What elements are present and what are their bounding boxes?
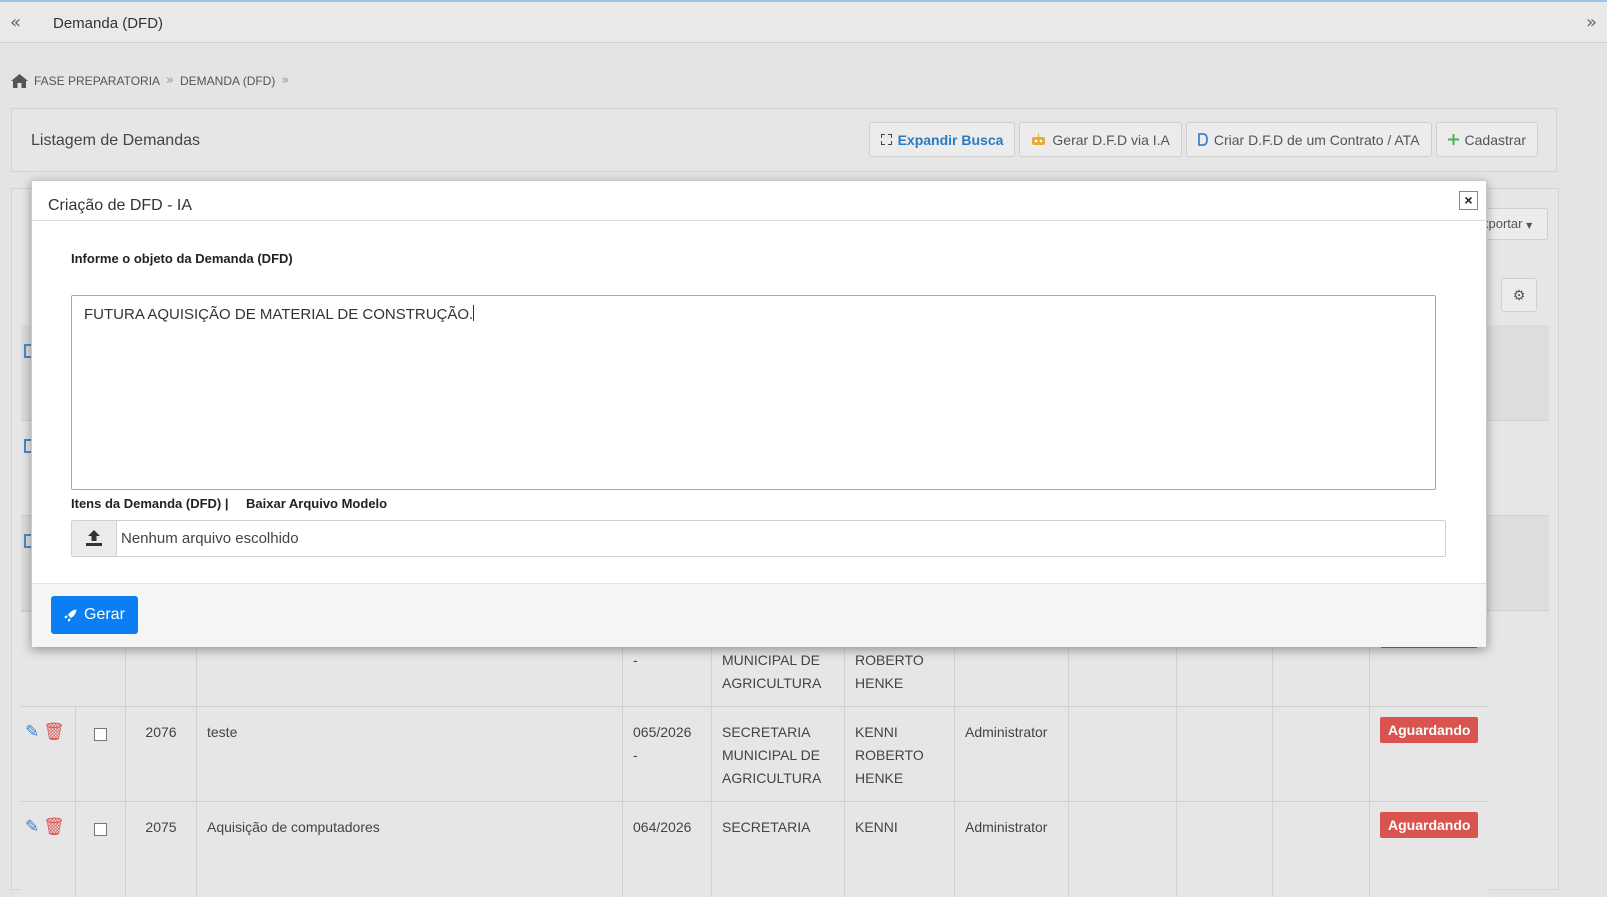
document-d-icon [1197, 133, 1208, 146]
home-icon[interactable] [11, 73, 28, 88]
row-responsavel-line: HENKE [855, 675, 904, 691]
upload-icon [86, 530, 102, 546]
criar-dfd-contrato-button[interactable]: Criar D.F.D de um Contrato / ATA [1185, 122, 1432, 157]
row-id: 2075 [126, 802, 197, 897]
row-responsavel-line: ROBERTO [855, 652, 924, 668]
chevron-right-icon: » [281, 73, 290, 88]
modal-footer: Gerar [32, 583, 1486, 647]
expandir-busca-button[interactable]: Expandir Busca [868, 122, 1016, 157]
row-id: 2076 [126, 707, 197, 802]
table-row: ✎ 🗑 2075 Aquisição de computadores 064/2… [21, 801, 1489, 897]
modal-header: Criação de DFD - IA × [32, 181, 1486, 221]
top-bar: « Demanda (DFD) » [0, 0, 1607, 43]
trash-icon[interactable]: 🗑 [43, 722, 65, 742]
chevron-right-icon: » [166, 73, 175, 88]
items-label: Itens da Demanda (DFD) | [71, 496, 229, 511]
text-caret [473, 305, 475, 321]
row-object: teste [197, 707, 623, 802]
trash-icon[interactable]: 🗑 [43, 817, 65, 837]
plus-icon [1447, 134, 1459, 145]
close-button[interactable]: × [1459, 191, 1478, 210]
breadcrumb-item-fase[interactable]: FASE PREPARATORIA [34, 74, 160, 88]
table-row: ✎ 🗑 2076 teste 065/2026 - SECRETARIA MUN… [21, 706, 1489, 802]
file-status: Nenhum arquivo escolhido [121, 530, 299, 547]
row-checkbox[interactable] [94, 728, 107, 741]
breadcrumb: FASE PREPARATORIA » DEMANDA (DFD) » [11, 73, 289, 88]
row-responsavel: KENNI [845, 802, 955, 897]
close-icon: × [1464, 192, 1473, 208]
status-badge: Aguardando [1380, 717, 1479, 743]
expand-icon [880, 134, 892, 145]
row-secretaria: SECRETARIA [712, 802, 845, 897]
row-responsavel: KENNI ROBERTO HENKE [845, 707, 955, 802]
edit-icon[interactable]: ✎ [25, 817, 39, 837]
gear-icon: ⚙ [1512, 288, 1526, 304]
dfd-ia-modal: Criação de DFD - IA × Informe o objeto d… [31, 180, 1487, 647]
edit-icon[interactable]: ✎ [25, 722, 39, 742]
gerar-button[interactable]: Gerar [51, 596, 138, 634]
row-number-suffix: - [633, 747, 638, 763]
rocket-icon [64, 609, 77, 621]
status-badge: Aguardando [1380, 812, 1479, 838]
row-number: 065/2026 [633, 724, 692, 740]
row-secretaria-line: AGRICULTURA [722, 675, 822, 691]
cadastrar-label: Cadastrar [1464, 131, 1526, 148]
gerar-dfd-ia-label: Gerar D.F.D via I.A [1052, 131, 1170, 148]
caret-down-icon: ▼ [1526, 221, 1533, 230]
row-user: Administrator [955, 707, 1069, 802]
file-input[interactable]: Nenhum arquivo escolhido [71, 520, 1446, 557]
breadcrumb-item-demanda[interactable]: DEMANDA (DFD) [180, 74, 275, 88]
row-number-suffix: - [633, 652, 638, 668]
page-title: Demanda (DFD) [53, 15, 164, 32]
row-secretaria: SECRETARIA MUNICIPAL DE AGRICULTURA [712, 707, 845, 802]
robot-icon [1032, 133, 1046, 145]
expandir-busca-label: Expandir Busca [897, 131, 1004, 148]
listing-title: Listagem de Demandas [31, 132, 200, 149]
criar-dfd-contrato-label: Criar D.F.D de um Contrato / ATA [1213, 131, 1420, 148]
collapse-sidebar-icon[interactable]: « [10, 12, 21, 33]
row-secretaria-line: MUNICIPAL DE [722, 652, 821, 668]
table-settings-button[interactable]: ⚙ [1501, 278, 1537, 312]
row-user: Administrator [955, 802, 1069, 897]
object-label: Informe o objeto da Demanda (DFD) [71, 251, 293, 266]
object-text: FUTURA AQUISIÇÃO DE MATERIAL DE CONSTRUÇ… [84, 306, 474, 323]
expand-panel-icon[interactable]: » [1586, 12, 1597, 33]
exportar-label: xportar [1482, 216, 1523, 231]
row-checkbox[interactable] [94, 823, 107, 836]
gerar-label: Gerar [84, 606, 125, 623]
row-object: Aquisição de computadores [197, 802, 623, 897]
gerar-dfd-ia-button[interactable]: Gerar D.F.D via I.A [1019, 122, 1182, 157]
modal-title: Criação de DFD - IA [48, 197, 193, 214]
cadastrar-button[interactable]: Cadastrar [1435, 122, 1538, 157]
row-number: 064/2026 [623, 802, 712, 897]
object-textarea[interactable]: FUTURA AQUISIÇÃO DE MATERIAL DE CONSTRUÇ… [71, 295, 1436, 490]
download-template-link[interactable]: Baixar Arquivo Modelo [246, 496, 387, 511]
upload-button[interactable] [72, 521, 117, 556]
listing-header: Listagem de Demandas Expandir Busca Gera… [11, 108, 1557, 172]
